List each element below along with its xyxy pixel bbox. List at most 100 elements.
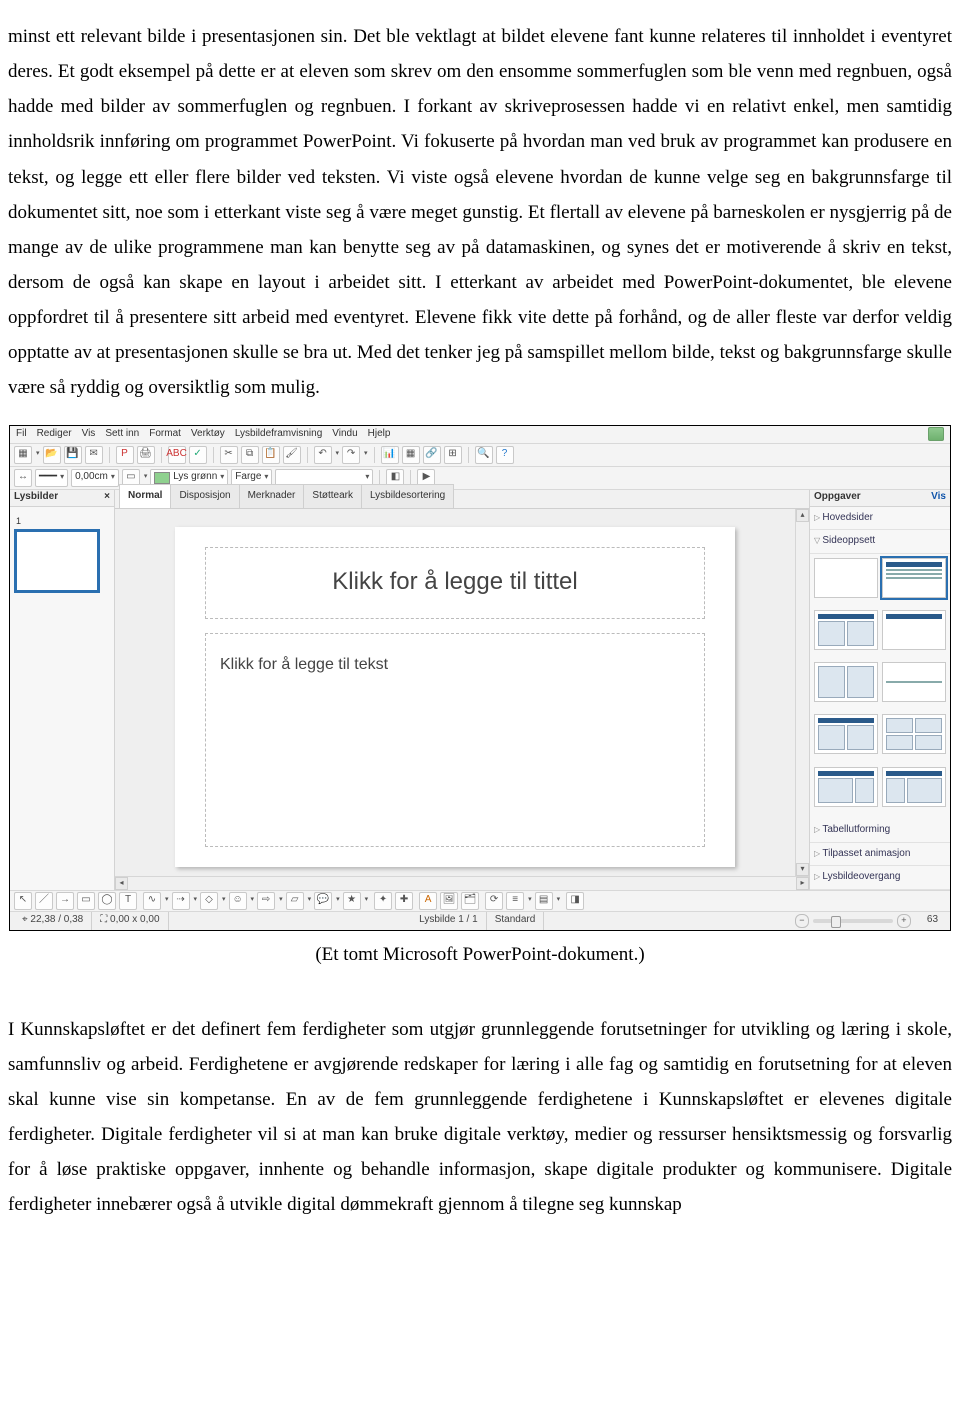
line-icon[interactable]: ／ [35,892,53,910]
ellipse-icon[interactable]: ◯ [98,892,116,910]
undo-icon[interactable]: ↶ [314,446,332,464]
cursor-pos-icon: ⌖ [22,911,28,930]
blockarrows-icon[interactable]: ⇨ [257,892,275,910]
section-layouts[interactable]: Sideoppsett [810,530,950,554]
redo-icon[interactable]: ↷ [342,446,360,464]
connector-icon[interactable]: ⇢ [172,892,190,910]
curve-icon[interactable]: ∿ [143,892,161,910]
scroll-left-icon[interactable]: ◂ [115,877,128,890]
layout-title-only[interactable] [882,610,946,650]
zoom-value[interactable]: 63 [919,912,946,930]
scroll-down-icon[interactable]: ▾ [796,863,809,876]
layouts-grid [810,554,950,820]
status-slide: Lysbilde 1 / 1 [411,912,487,930]
layout-title-content[interactable] [882,558,946,598]
mail-icon[interactable]: ✉ [85,446,103,464]
rotate-icon[interactable]: ⟳ [485,892,503,910]
menu-window[interactable]: Vindu [332,425,357,444]
select-icon[interactable]: ↖ [14,892,32,910]
layout-title-2box[interactable] [814,714,878,754]
layout-4box[interactable] [882,714,946,754]
zoom-icon[interactable]: 🔍 [475,446,493,464]
slide-canvas[interactable]: Klikk for å legge til tittel Klikk for å… [115,509,795,876]
vertical-scrollbar[interactable]: ▴ ▾ [795,509,809,876]
menu-format[interactable]: Format [149,425,181,444]
scroll-right-icon[interactable]: ▸ [796,877,809,890]
text-icon[interactable]: T [119,892,137,910]
table-icon[interactable]: ▦ [402,446,420,464]
fromfile-icon[interactable]: 🖼 [440,892,458,910]
open-icon[interactable]: 📂 [43,446,61,464]
arrange-icon[interactable]: ▤ [535,892,553,910]
layout-right-big[interactable] [882,767,946,807]
layout-centered[interactable] [882,662,946,702]
body-placeholder[interactable]: Klikk for å legge til tekst [205,633,705,847]
tasks-view-link[interactable]: Vis [931,488,946,507]
layout-blank[interactable] [814,558,878,598]
tab-outline[interactable]: Disposisjon [170,484,239,508]
basicshapes-icon[interactable]: ◇ [200,892,218,910]
align-icon[interactable]: ≡ [506,892,524,910]
horizontal-scrollbar[interactable]: ◂ ▸ [115,876,809,890]
section-animation[interactable]: Tilpasset animasjon [810,843,950,867]
menu-edit[interactable]: Rediger [37,425,72,444]
layout-2col[interactable] [814,662,878,702]
scroll-up-icon[interactable]: ▴ [796,509,809,522]
linewidth-dropdown[interactable]: 0,00cm▾ [71,469,119,487]
pdf-icon[interactable]: P [116,446,134,464]
workspace: Lysbilder × 1 Normal Disposisjon Merknad… [10,490,950,890]
arrowends-icon[interactable]: ↔ [14,469,32,487]
body-paragraph-1: minst ett relevant bilde i presentasjone… [8,19,952,406]
save-icon[interactable]: 💾 [64,446,82,464]
gallery-icon[interactable]: 🗂 [461,892,479,910]
help-icon[interactable]: ? [496,446,514,464]
menu-insert[interactable]: Sett inn [105,425,139,444]
tab-normal[interactable]: Normal [119,484,171,508]
layout-title-2col[interactable] [814,610,878,650]
arrow-icon[interactable]: → [56,892,74,910]
print-icon[interactable]: 🖨 [137,446,155,464]
tab-handout[interactable]: Støtteark [303,484,362,508]
stars-icon[interactable]: ★ [343,892,361,910]
menu-file[interactable]: Fil [16,425,27,444]
view-tabs: Normal Disposisjon Merknader Støtteark L… [115,490,809,509]
cut-icon[interactable]: ✂ [220,446,238,464]
extrusion-icon[interactable]: ◨ [566,892,584,910]
menu-help[interactable]: Hjelp [368,425,391,444]
navigator-icon[interactable]: ⊞ [444,446,462,464]
formatpaint-icon[interactable]: 🖌 [283,446,301,464]
menu-slideshow[interactable]: Lysbildeframvisning [235,425,322,444]
hyperlink-icon[interactable]: 🔗 [423,446,441,464]
new-icon[interactable]: ▦ [14,446,32,464]
gluepts-icon[interactable]: ✚ [395,892,413,910]
menu-view[interactable]: Vis [82,425,96,444]
linestyle-dropdown[interactable]: ━━━▾ [35,469,68,487]
zoom-in-icon[interactable]: + [897,914,911,928]
rectangle-icon[interactable]: ▭ [77,892,95,910]
symbolshapes-icon[interactable]: ☺ [229,892,247,910]
tab-sorter[interactable]: Lysbildesortering [361,484,454,508]
menu-tools[interactable]: Verktøy [191,425,225,444]
section-transition[interactable]: Lysbildeovergang [810,866,950,890]
copy-icon[interactable]: ⧉ [241,446,259,464]
zoom-out-icon[interactable]: − [795,914,809,928]
printer-icon[interactable] [928,427,944,441]
points-icon[interactable]: ✦ [374,892,392,910]
zoom-slider[interactable]: − + [787,912,919,930]
callouts-icon[interactable]: 💬 [314,892,332,910]
chart-icon[interactable]: 📊 [381,446,399,464]
layout-left-big[interactable] [814,767,878,807]
spellcheck-icon[interactable]: ABC [168,446,186,464]
autospell-icon[interactable]: ✓ [189,446,207,464]
tab-notes[interactable]: Merknader [239,484,305,508]
flowchart-icon[interactable]: ▱ [286,892,304,910]
slide-thumbnail-1[interactable] [16,531,98,591]
title-placeholder[interactable]: Klikk for å legge til tittel [205,547,705,619]
section-tabledesign[interactable]: Tabellutforming [810,819,950,843]
close-icon[interactable]: × [104,488,110,507]
section-masters[interactable]: Hovedsider [810,507,950,531]
editor-area: Normal Disposisjon Merknader Støtteark L… [115,490,809,890]
paste-icon[interactable]: 📋 [262,446,280,464]
slide: Klikk for å legge til tittel Klikk for å… [175,527,735,867]
fontwork-icon[interactable]: A [419,892,437,910]
